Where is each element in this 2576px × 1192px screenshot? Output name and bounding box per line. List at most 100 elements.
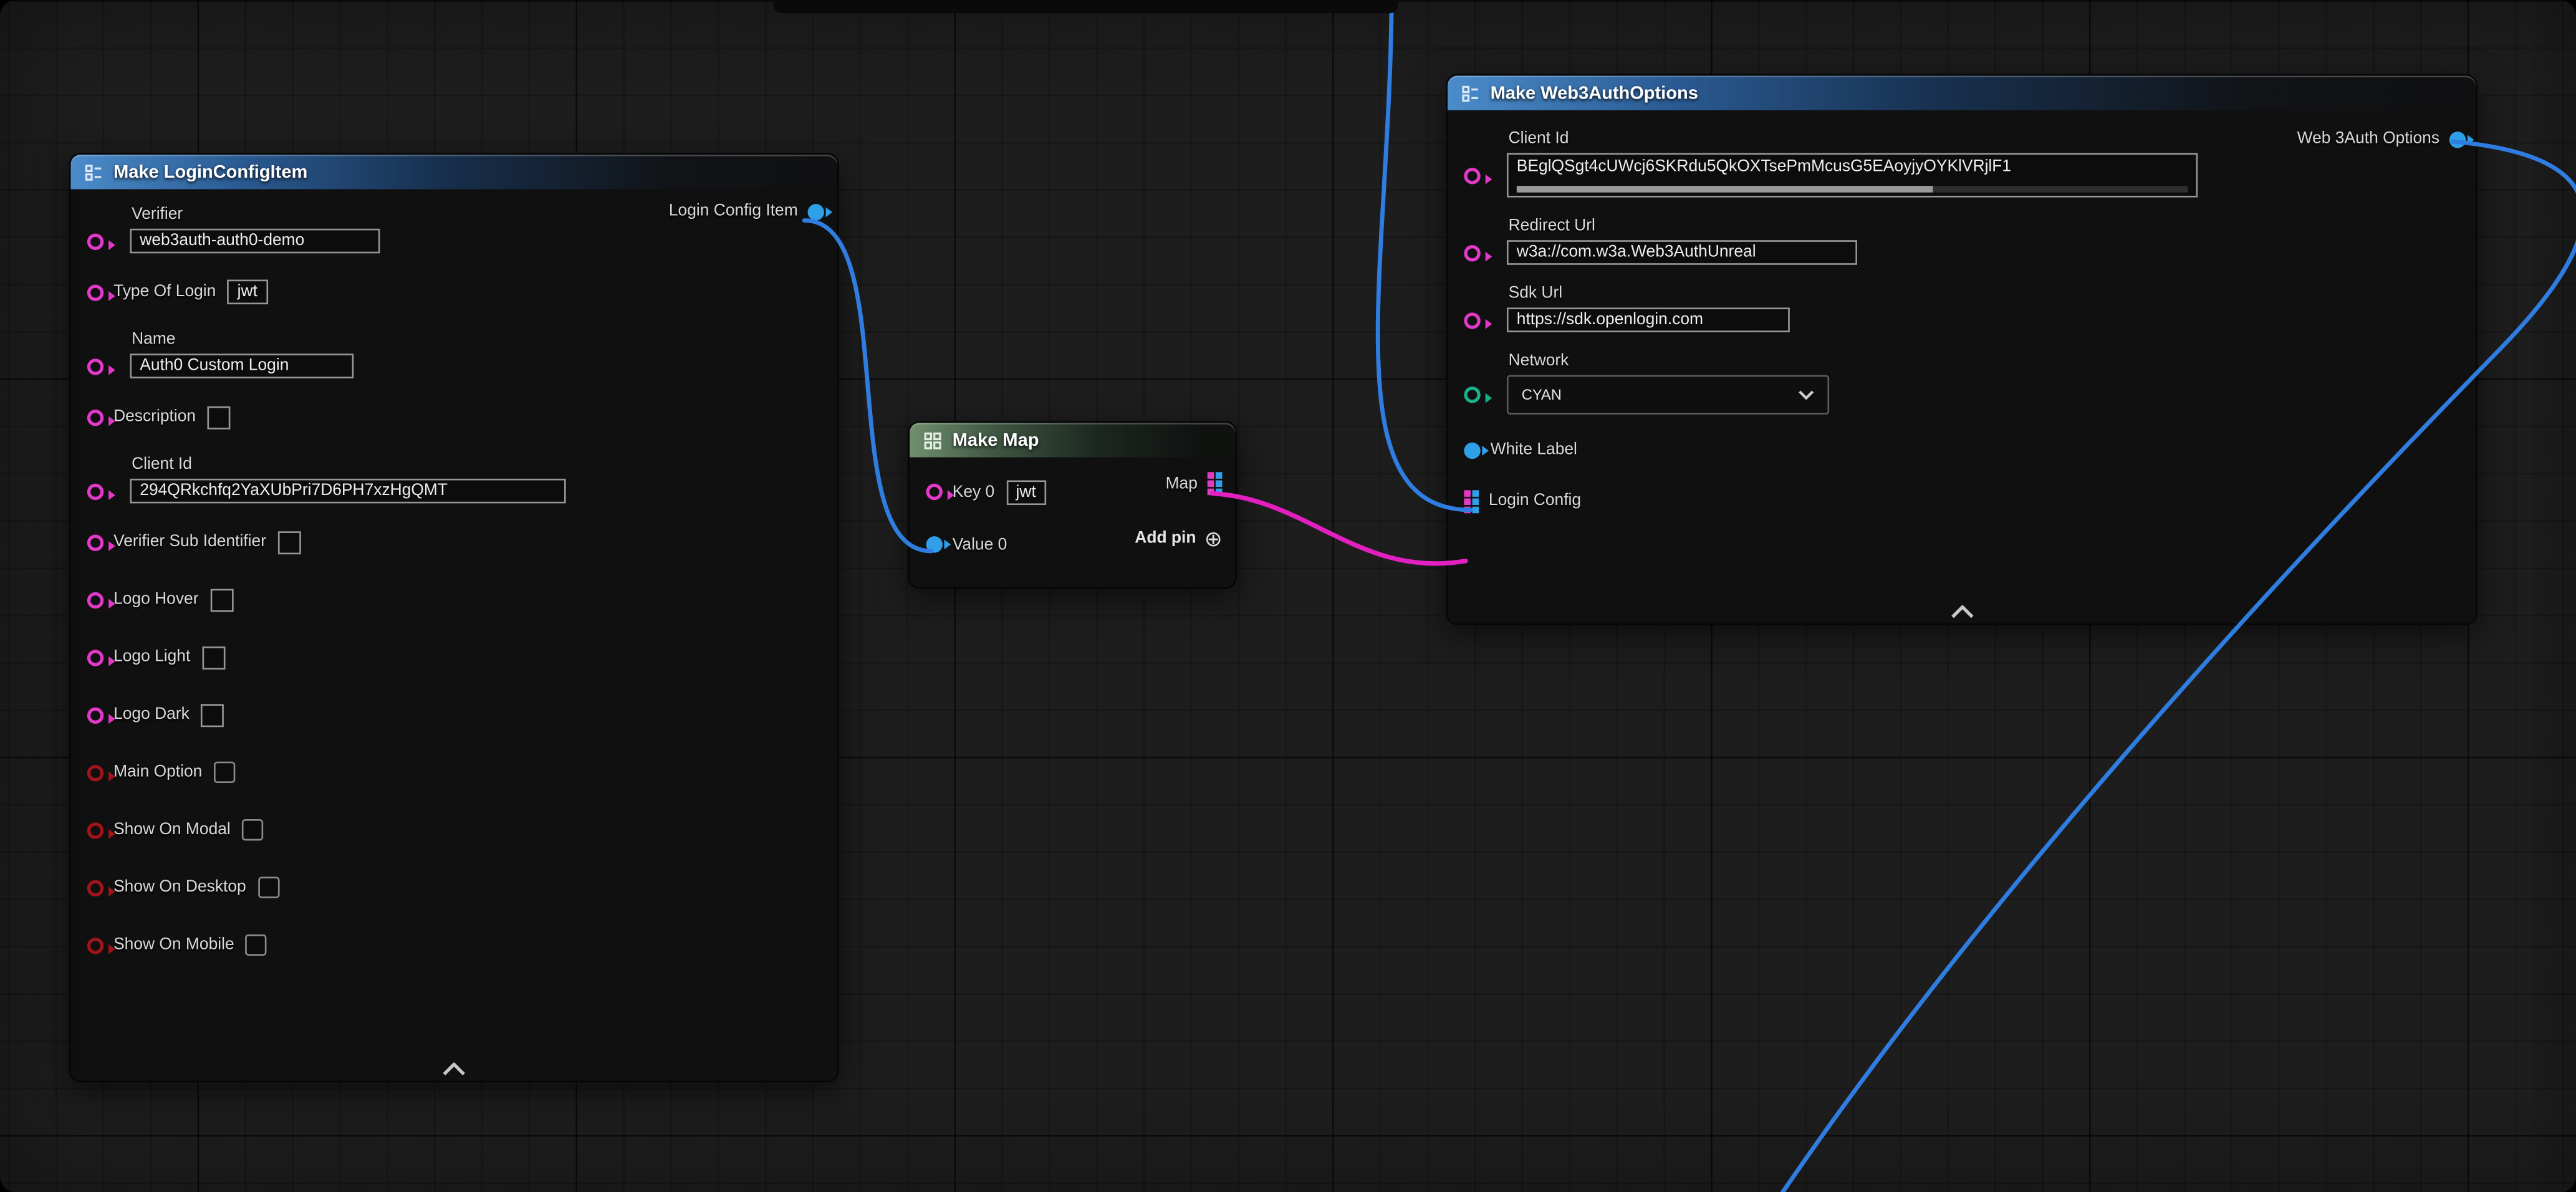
pin-label: Description <box>113 408 196 426</box>
pin-label: Type Of Login <box>113 283 216 301</box>
output-pin-row: Login Config Item <box>669 203 824 221</box>
description-pin[interactable] <box>87 409 103 425</box>
show-on-modal-pin[interactable] <box>87 822 103 838</box>
pin-label: Show On Modal <box>113 821 231 839</box>
show-on-mobile-pin[interactable] <box>87 937 103 953</box>
pin-label: Login Config <box>1489 492 1581 510</box>
pin-label: Network <box>1509 352 1830 370</box>
network-dropdown-value: CYAN <box>1522 387 1562 403</box>
pin-label: Key 0 <box>953 483 994 501</box>
main-option-pin[interactable] <box>87 764 103 781</box>
show-on-mobile-row: Show On Mobile <box>70 916 837 974</box>
node-title: Make LoginConfigItem <box>113 162 307 182</box>
verifier-sub-identifier-row: Verifier Sub Identifier <box>70 513 837 570</box>
pin-label: Logo Hover <box>113 590 198 608</box>
verifier-pin[interactable] <box>87 233 103 249</box>
login-config-item-output-pin[interactable] <box>808 203 824 219</box>
network-pin[interactable] <box>1464 387 1480 403</box>
client-id-pin[interactable] <box>87 483 103 499</box>
add-pin-button[interactable]: Add pin ⊕ <box>1135 528 1222 549</box>
node-title: Make Web3AuthOptions <box>1491 83 1698 103</box>
logo-light-pin[interactable] <box>87 649 103 665</box>
show-on-desktop-row: Show On Desktop <box>70 858 837 916</box>
map-output-row: Map <box>1166 472 1223 495</box>
verifier-sub-identifier-pin[interactable] <box>87 534 103 550</box>
logo-dark-input[interactable] <box>201 703 224 726</box>
pin-label: Client Id <box>132 456 566 474</box>
white-label-row: White Label <box>1448 425 2476 476</box>
key-0-input[interactable]: jwt <box>1006 479 1046 504</box>
node-header[interactable]: Make Web3AuthOptions <box>1448 75 2476 110</box>
sdk-url-input[interactable]: https://sdk.openlogin.com <box>1507 307 1790 332</box>
network-dropdown[interactable]: CYAN <box>1507 375 1829 415</box>
type-of-login-row: Type Of Login jwt <box>70 263 837 320</box>
verifier-input[interactable]: web3auth-auth0-demo <box>130 229 380 254</box>
sdk-url-field: Sdk Url https://sdk.openlogin.com <box>1448 275 2476 342</box>
redirect-url-input[interactable]: w3a://com.w3a.Web3AuthUnreal <box>1507 240 1857 265</box>
pin-label: Main Option <box>113 763 202 781</box>
key-0-pin[interactable] <box>926 484 943 500</box>
web3auth-options-output-pin[interactable] <box>2449 131 2466 147</box>
collapse-node-button[interactable] <box>1950 605 1973 618</box>
pin-label: Sdk Url <box>1509 284 1790 302</box>
logo-hover-input[interactable] <box>210 588 233 611</box>
node-make-web3authoptions[interactable]: Make Web3AuthOptions Web 3Auth Options C… <box>1446 74 2477 625</box>
logo-dark-row: Logo Dark <box>70 686 837 743</box>
node-title: Make Map <box>953 430 1039 450</box>
name-input[interactable]: Auth0 Custom Login <box>130 353 353 378</box>
collapse-node-button[interactable] <box>443 1063 466 1076</box>
redirect-url-pin[interactable] <box>1464 244 1480 261</box>
pin-label: Verifier <box>132 206 380 224</box>
add-pin-label: Add pin <box>1135 530 1196 548</box>
pin-label: Logo Light <box>113 648 190 666</box>
show-on-desktop-checkbox[interactable] <box>257 877 279 898</box>
main-option-checkbox[interactable] <box>214 762 235 783</box>
client-id-pin[interactable] <box>1464 167 1480 183</box>
redirect-url-field: Redirect Url w3a://com.w3a.Web3AuthUnrea… <box>1448 207 2476 274</box>
white-label-pin[interactable] <box>1464 441 1480 458</box>
description-row: Description <box>70 388 837 446</box>
pin-label: Redirect Url <box>1509 217 1857 235</box>
wire-map-to-loginconfig <box>1213 494 1466 564</box>
output-pin-label: Web 3Auth Options <box>2297 130 2439 148</box>
node-make-map[interactable]: Make Map Key 0 jwt Value 0 Map Add pin ⊕ <box>908 421 1238 589</box>
login-config-map-pin[interactable] <box>1464 489 1479 512</box>
pin-label: Logo Dark <box>113 706 190 724</box>
map-output-pin[interactable] <box>1208 472 1223 495</box>
node-header[interactable]: Make LoginConfigItem <box>70 155 837 189</box>
sdk-url-pin[interactable] <box>1464 312 1480 328</box>
logo-hover-pin[interactable] <box>87 592 103 608</box>
logo-hover-row: Logo Hover <box>70 571 837 628</box>
make-struct-icon <box>1461 83 1481 103</box>
blueprint-graph-canvas[interactable]: Make LoginConfigItem Login Config Item V… <box>0 0 2576 1192</box>
show-on-modal-checkbox[interactable] <box>242 819 263 840</box>
logo-dark-pin[interactable] <box>87 706 103 723</box>
logo-light-input[interactable] <box>202 646 225 669</box>
client-id-input[interactable]: 294QRkchfq2YaXUbPri7D6PH7xzHgQMT <box>130 479 565 504</box>
node-body: Verifier web3auth-auth0-demo Type Of Log… <box>70 189 837 974</box>
show-on-mobile-checkbox[interactable] <box>246 935 267 956</box>
make-struct-icon <box>84 162 104 182</box>
node-make-loginconfigitem[interactable]: Make LoginConfigItem Login Config Item V… <box>69 153 839 1082</box>
plus-circle-icon: ⊕ <box>1204 528 1223 549</box>
output-pin-label: Login Config Item <box>669 203 798 221</box>
login-config-row: Login Config <box>1448 476 2476 527</box>
pin-label: Show On Desktop <box>113 878 246 896</box>
description-input[interactable] <box>208 405 231 428</box>
pin-label: Verifier Sub Identifier <box>113 533 266 551</box>
type-of-login-pin[interactable] <box>87 284 103 300</box>
client-id-input[interactable]: BEglQSgt4cUWcj6SKRdu5QkOXTsePmMcusG5EAoy… <box>1507 153 2198 197</box>
output-pin-label: Map <box>1166 474 1198 493</box>
pin-label: White Label <box>1491 441 1577 459</box>
output-pin-row: Web 3Auth Options <box>2297 130 2466 148</box>
make-map-icon <box>923 430 943 450</box>
pin-label: Name <box>132 330 353 348</box>
node-header[interactable]: Make Map <box>910 423 1235 457</box>
verifier-sub-identifier-input[interactable] <box>277 531 300 554</box>
show-on-desktop-pin[interactable] <box>87 879 103 895</box>
name-pin[interactable] <box>87 358 103 374</box>
logo-light-row: Logo Light <box>70 628 837 686</box>
type-of-login-input[interactable]: jwt <box>228 280 267 305</box>
input-scrollbar[interactable] <box>1517 186 2188 193</box>
value-0-pin[interactable] <box>926 536 943 552</box>
